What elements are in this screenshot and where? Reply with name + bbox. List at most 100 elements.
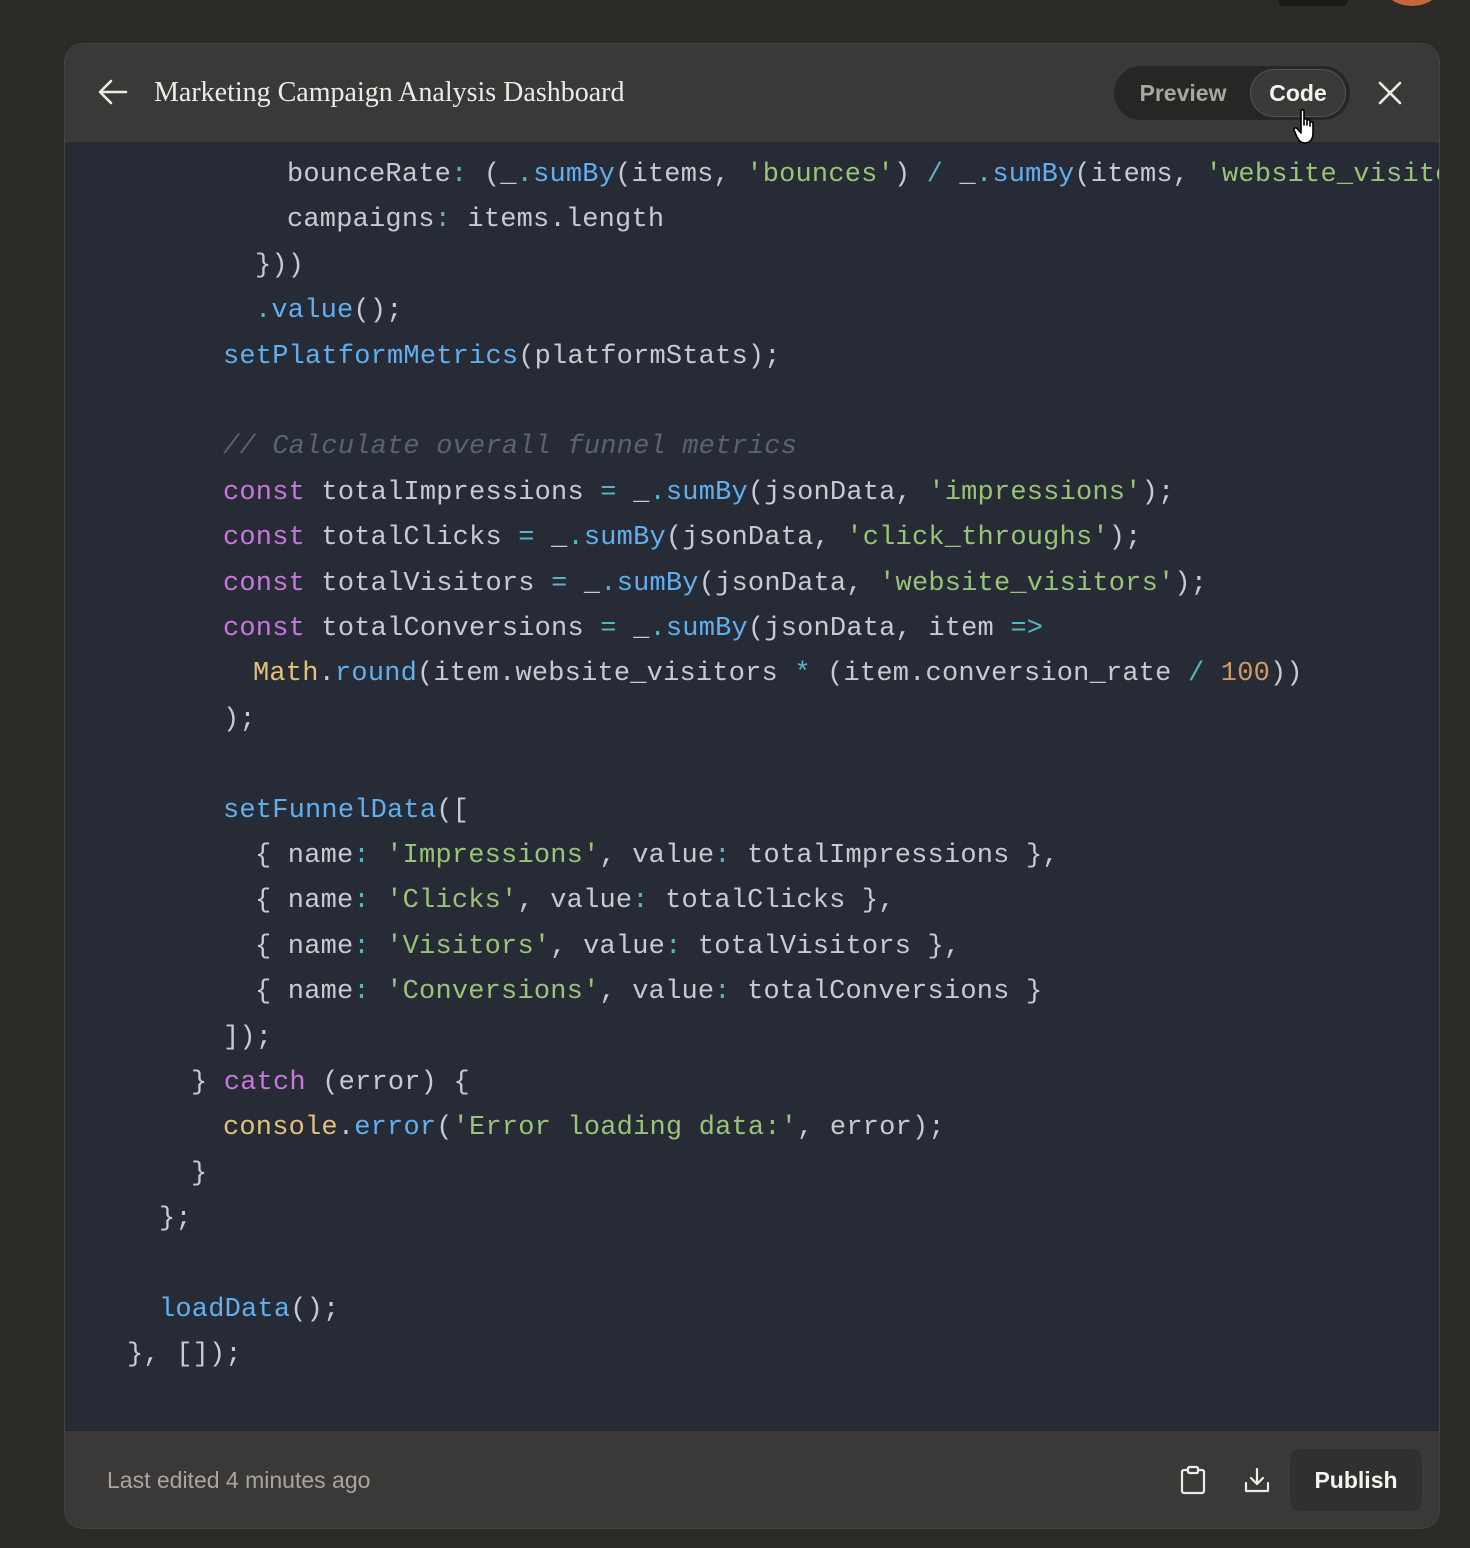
code-line: campaigns: items.length [287,200,664,240]
code-token: items.length [451,205,665,235]
code-token: 'Visitors' [386,932,551,962]
code-token: setPlatformMetrics [223,342,519,372]
close-button[interactable] [1371,74,1409,112]
code-token: totalConversions [305,614,601,644]
code-token: . [600,569,617,599]
avatar[interactable] [1384,0,1440,6]
close-icon [1378,81,1402,105]
code-line: setPlatformMetrics(platformStats); [223,337,781,377]
code-token: = [551,569,568,599]
code-token: _ [567,569,601,599]
publish-button[interactable]: Publish [1290,1449,1422,1511]
clipboard-icon [1180,1465,1206,1495]
tab-code[interactable]: Code [1250,69,1346,117]
code-token: (error) { [305,1068,470,1098]
code-token: totalVisitors }, [681,932,961,962]
code-token: 'Impressions' [386,841,600,871]
download-button[interactable] [1237,1460,1277,1500]
code-token: ); [1141,478,1175,508]
code-token: (jsonData, [747,478,929,508]
code-token: : [451,160,468,190]
artifact-panel: Marketing Campaign Analysis Dashboard Pr… [65,44,1439,1528]
code-token: const [223,478,306,508]
code-editor[interactable]: bounceRate: (_.sumBy(items, 'bounces') /… [65,143,1439,1430]
code-token: . [649,478,666,508]
code-token: { name [255,886,354,916]
code-token: 'bounces' [746,160,894,190]
copy-button[interactable] [1173,1460,1213,1500]
code-line: bounceRate: (_.sumBy(items, 'bounces') /… [287,155,1439,195]
code-token: . [337,1113,355,1143]
code-token: const [223,569,306,599]
code-line: const totalClicks = _.sumBy(jsonData, 'c… [223,518,1142,558]
code-token: 'click_throughs' [846,523,1109,553]
panel-footer: Last edited 4 minutes ago Publish [65,1430,1439,1528]
code-token: totalClicks [305,523,519,553]
tab-preview[interactable]: Preview [1118,69,1248,117]
code-token: (items, [1074,160,1206,190]
code-token: campaigns [287,205,435,235]
code-line: console.error('Error loading data:', err… [223,1108,945,1148]
back-button[interactable] [95,74,131,110]
code-token: : [353,977,370,1007]
code-token: const [223,614,306,644]
code-line: ]); [223,1018,272,1058]
code-token: . [975,160,993,190]
code-token: : [714,977,731,1007]
code-token: 'website_visitors' [879,569,1175,599]
code-token: / [926,160,944,190]
code-line: }, []); [127,1335,242,1375]
code-token: setFunnelData [223,796,437,826]
code-token: sumBy [583,523,666,553]
code-token: }, []); [127,1340,242,1370]
code-line: .value(); [255,291,403,331]
code-token: * [794,659,811,689]
code-token: / [1187,659,1205,689]
code-token: bounceRate [287,160,452,190]
code-token: _ [616,614,650,644]
code-token: : [632,886,649,916]
code-token: (jsonData, [698,569,880,599]
code-token: ( [436,1113,453,1143]
code-token: (); [353,296,403,326]
code-line: { name: 'Visitors', value: totalVisitors… [255,927,960,967]
code-token: error [354,1113,437,1143]
top-chip [1278,0,1348,6]
last-edited-status: Last edited 4 minutes ago [107,1467,371,1493]
code-token: : [353,886,370,916]
code-token: sumBy [665,478,748,508]
code-token: (platformStats); [518,342,781,372]
code-token: { name [255,841,354,871]
code-token: { name [255,977,354,1007]
code-token: _ [616,478,650,508]
code-line: } catch (error) { [191,1063,470,1103]
code-token: : [714,841,731,871]
code-token: ]); [223,1023,273,1053]
code-token: 'website_visitor [1205,160,1439,190]
code-line: }; [159,1199,192,1239]
code-token: } [191,1068,224,1098]
code-token: })) [255,251,305,281]
code-line: { name: 'Conversions', value: totalConve… [255,972,1042,1012]
code-token: totalImpressions [305,478,601,508]
code-token: : [434,205,452,235]
code-token: 100 [1220,659,1271,689]
code-token: totalVisitors [305,569,552,599]
code-token: . [649,614,666,644]
code-token: sumBy [533,160,616,190]
code-token: ([ [436,796,470,826]
code-token: sumBy [616,569,699,599]
code-token: _ [943,160,976,190]
top-bar [0,0,1470,44]
code-token: => [1010,614,1044,644]
code-token: . [567,523,584,553]
code-token: totalImpressions }, [730,841,1059,871]
code-line: setFunnelData([ [223,791,469,831]
code-token: = [600,614,617,644]
panel-header: Marketing Campaign Analysis Dashboard Pr… [65,44,1439,143]
code-token: 'Error loading data:' [452,1113,798,1143]
code-token: (items, [615,160,747,190]
code-token: catch [223,1068,306,1098]
code-line: { name: 'Impressions', value: totalImpre… [255,836,1059,876]
